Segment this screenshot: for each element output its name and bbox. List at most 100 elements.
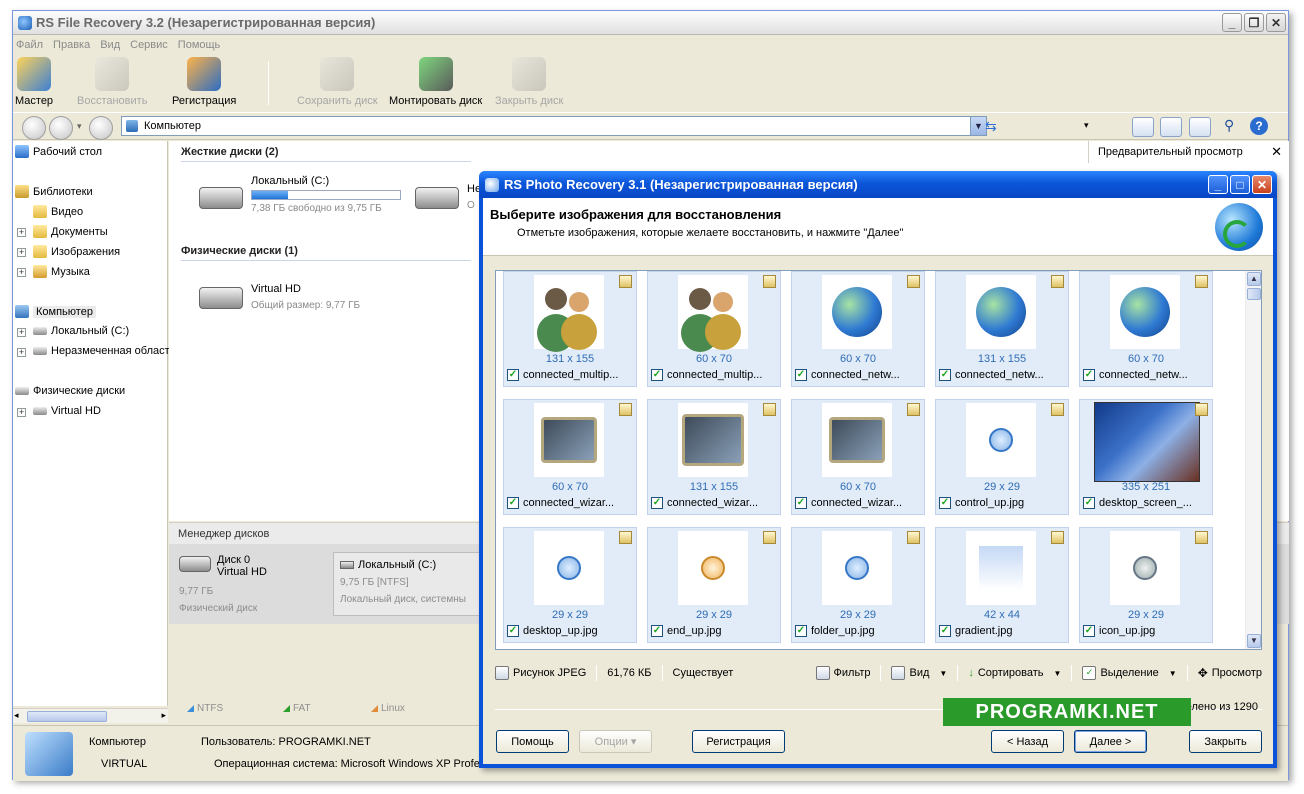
tree-unallocated[interactable]: Неразмеченная област (33, 345, 170, 357)
image-tile[interactable]: 335 x 251 ✓ desktop_screen_... (1079, 399, 1213, 515)
back-button[interactable]: < Назад (991, 730, 1064, 753)
tile-checkbox[interactable]: ✓ (651, 497, 663, 509)
image-tile[interactable]: 131 x 155 ✓ connected_wizar... (647, 399, 781, 515)
forward-nav-button[interactable] (49, 116, 73, 140)
register-button[interactable]: Регистрация (692, 730, 785, 753)
wizard-button[interactable]: Мастер (15, 57, 53, 107)
options-button[interactable]: Опции ▾ (579, 730, 652, 753)
expand-unallocated-button[interactable]: + (17, 348, 26, 357)
image-tile[interactable]: 60 x 70 ✓ connected_netw... (1079, 271, 1213, 387)
tile-checkbox[interactable]: ✓ (795, 369, 807, 381)
dialog-minimize-button[interactable]: _ (1208, 175, 1228, 194)
tile-checkbox[interactable]: ✓ (651, 625, 663, 637)
tile-checkbox[interactable]: ✓ (1083, 625, 1095, 637)
view-button[interactable]: Вид ▼ (891, 666, 947, 680)
tree-virtual-hd[interactable]: Virtual HD (33, 405, 101, 417)
address-input[interactable]: Компьютер ▼ (121, 116, 987, 136)
expand-images-button[interactable]: + (17, 248, 26, 257)
expand-music-button[interactable]: + (17, 268, 26, 277)
image-tile[interactable]: 29 x 29 ✓ end_up.jpg (647, 527, 781, 643)
tree-horizontal-scrollbar[interactable]: ◂ ▸ (13, 708, 168, 723)
view-dropdown-icon[interactable]: ▼ (939, 669, 947, 678)
tile-checkbox[interactable]: ✓ (507, 369, 519, 381)
menu-edit[interactable]: Правка (53, 39, 90, 51)
scroll-right-icon[interactable]: ▸ (161, 710, 166, 721)
scroll-thumb[interactable] (27, 711, 107, 722)
filter-button[interactable]: Фильтр (815, 666, 870, 680)
refresh-icon[interactable]: ⇆ (985, 118, 997, 135)
expand-virtual-hd-button[interactable]: + (17, 408, 26, 417)
minimize-button[interactable]: _ (1222, 13, 1242, 32)
help-icon[interactable]: ? (1250, 117, 1268, 135)
tile-checkbox[interactable]: ✓ (939, 497, 951, 509)
mount-disk-button[interactable]: Монтировать диск (389, 57, 482, 107)
dialog-maximize-button[interactable]: □ (1230, 175, 1250, 194)
next-button[interactable]: Далее > (1074, 730, 1147, 753)
search-icon[interactable]: ⚲ (1224, 117, 1234, 134)
tile-checkbox[interactable]: ✓ (507, 497, 519, 509)
selection-dropdown-icon[interactable]: ▼ (1169, 669, 1177, 678)
help-button[interactable]: Помощь (496, 730, 569, 753)
menu-help[interactable]: Помощь (178, 39, 221, 51)
menu-service[interactable]: Сервис (130, 39, 168, 51)
tile-checkbox[interactable]: ✓ (795, 625, 807, 637)
menu-view[interactable]: Вид (100, 39, 120, 51)
close-button[interactable]: ✕ (1266, 13, 1286, 32)
close-disk-button[interactable]: Закрыть диск (495, 57, 563, 107)
tree-documents[interactable]: Документы (33, 225, 108, 238)
dialog-close-button[interactable]: ✕ (1252, 175, 1272, 194)
tree-libraries[interactable]: Библиотеки (15, 185, 93, 198)
save-disk-button[interactable]: Сохранить диск (297, 57, 378, 107)
partition-c-card[interactable]: Локальный (C:) 9,75 ГБ [NTFS] Локальный … (333, 552, 493, 616)
image-tile[interactable]: 60 x 70 ✓ connected_wizar... (791, 399, 925, 515)
save-icon[interactable] (1189, 117, 1211, 137)
tile-checkbox[interactable]: ✓ (651, 369, 663, 381)
address-dropdown-icon[interactable]: ▼ (970, 117, 986, 135)
disk-virtual-hd[interactable]: Virtual HD Общий размер: 9,77 ГБ (199, 283, 360, 311)
disk-second[interactable]: Не О (415, 183, 481, 211)
image-tile[interactable]: 60 x 70 ✓ connected_multip... (647, 271, 781, 387)
grid-scroll-thumb[interactable] (1247, 288, 1261, 300)
tree-local-c[interactable]: Локальный (C:) (33, 325, 129, 337)
view-mode-icon[interactable] (1058, 117, 1080, 137)
image-tile[interactable]: 29 x 29 ✓ icon_up.jpg (1079, 527, 1213, 643)
sort-dropdown-icon[interactable]: ▼ (1054, 669, 1062, 678)
scroll-up-icon[interactable]: ▲ (1247, 272, 1261, 286)
grid-vertical-scrollbar[interactable]: ▲ ▼ (1245, 271, 1261, 649)
close-preview-icon[interactable]: ✕ (1271, 144, 1282, 160)
tile-checkbox[interactable]: ✓ (939, 625, 951, 637)
panel-view-icon[interactable] (1160, 117, 1182, 137)
image-tile[interactable]: 60 x 70 ✓ connected_netw... (791, 271, 925, 387)
image-tile[interactable]: 29 x 29 ✓ desktop_up.jpg (503, 527, 637, 643)
tile-checkbox[interactable]: ✓ (1083, 497, 1095, 509)
tree-images[interactable]: Изображения (33, 245, 120, 258)
tree-video[interactable]: Видео (33, 205, 83, 218)
maximize-button[interactable]: ❐ (1244, 13, 1264, 32)
expand-local-c-button[interactable]: + (17, 328, 26, 337)
image-tile[interactable]: 29 x 29 ✓ control_up.jpg (935, 399, 1069, 515)
image-tile[interactable]: 42 x 44 ✓ gradient.jpg (935, 527, 1069, 643)
image-tile[interactable]: 131 x 155 ✓ connected_multip... (503, 271, 637, 387)
scroll-left-icon[interactable]: ◂ (14, 710, 19, 721)
menu-file[interactable]: Файл (16, 39, 43, 51)
disk0-card[interactable]: Диск 0 Virtual HD 9,77 ГБ Физический дис… (179, 554, 267, 614)
scroll-down-icon[interactable]: ▼ (1247, 634, 1261, 648)
image-tile[interactable]: 60 x 70 ✓ connected_wizar... (503, 399, 637, 515)
image-tile[interactable]: 29 x 29 ✓ folder_up.jpg (791, 527, 925, 643)
tree-computer[interactable]: Компьютер (15, 305, 96, 318)
tree-physical-disks[interactable]: Физические диски (15, 385, 125, 397)
register-button[interactable]: Регистрация (172, 57, 236, 107)
tile-checkbox[interactable]: ✓ (507, 625, 519, 637)
selection-button[interactable]: ✓ Выделение ▼ (1082, 666, 1177, 680)
tree-music[interactable]: Музыка (33, 265, 90, 278)
up-nav-button[interactable] (89, 116, 113, 140)
tree-desktop[interactable]: Рабочий стол (15, 145, 102, 158)
image-tile[interactable]: 131 x 155 ✓ connected_netw... (935, 271, 1069, 387)
tile-checkbox[interactable]: ✓ (1083, 369, 1095, 381)
restore-button[interactable]: Восстановить (77, 57, 147, 107)
sort-button[interactable]: ↓ Сортировать ▼ (968, 667, 1061, 679)
back-nav-button[interactable] (22, 116, 46, 140)
close-dialog-button[interactable]: Закрыть (1189, 730, 1262, 753)
tile-checkbox[interactable]: ✓ (939, 369, 951, 381)
disk-view-icon[interactable] (1132, 117, 1154, 137)
